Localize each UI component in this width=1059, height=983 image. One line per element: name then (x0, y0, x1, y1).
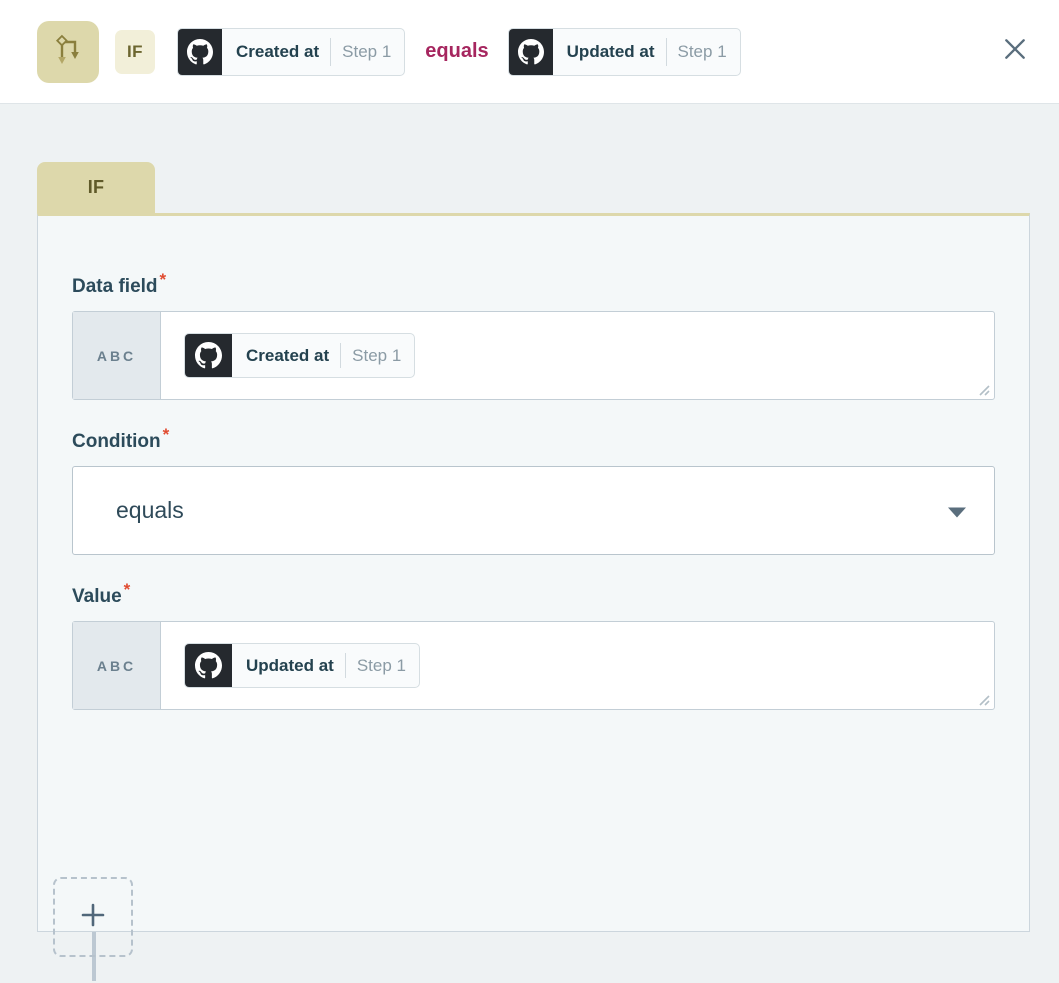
value-field-type-badge: ABC (73, 622, 161, 709)
data-field-block: Data field* ABC Created at St (72, 276, 995, 400)
header-chip-field: Updated at (567, 42, 655, 62)
header-chip-field: Created at (236, 42, 319, 62)
github-icon (178, 29, 222, 75)
chip-divider (345, 653, 346, 678)
required-asterisk: * (124, 580, 131, 599)
value-block: Value* ABC Updated at Step 1 (72, 586, 995, 710)
add-step-button[interactable] (53, 877, 133, 957)
token-chip-text: Created at Step 1 (232, 334, 414, 377)
condition-block: Condition* equals (72, 431, 995, 555)
github-icon (185, 334, 232, 377)
chip-divider (666, 38, 667, 66)
value-field-input[interactable]: ABC Updated at Step 1 (72, 621, 995, 710)
panel-tab-row: IF (37, 162, 155, 213)
header-chip-text: Created at Step 1 (222, 29, 404, 75)
token-field-name: Created at (246, 346, 329, 366)
header-chip-step: Step 1 (678, 42, 727, 62)
plus-icon (79, 901, 107, 934)
if-config-panel: Data field* ABC Created at St (37, 213, 1030, 932)
branch-split-icon (53, 33, 83, 70)
github-icon (185, 644, 232, 687)
editor-canvas: IF Data field* ABC C (0, 104, 1059, 983)
data-field-input[interactable]: ABC Created at Step 1 (72, 311, 995, 400)
required-asterisk: * (163, 425, 170, 444)
data-field-label-text: Data field (72, 276, 158, 297)
value-field-token-area[interactable]: Updated at Step 1 (161, 622, 994, 709)
github-icon (509, 29, 553, 75)
header-value-chip[interactable]: Updated at Step 1 (508, 28, 741, 76)
resize-handle[interactable] (974, 380, 990, 396)
if-badge-text: IF (127, 42, 143, 62)
data-field-token-chip[interactable]: Created at Step 1 (184, 333, 415, 378)
header-data-field-chip[interactable]: Created at Step 1 (177, 28, 405, 76)
chip-divider (330, 38, 331, 66)
resize-handle[interactable] (974, 690, 990, 706)
tab-if[interactable]: IF (37, 162, 155, 213)
value-token-chip[interactable]: Updated at Step 1 (184, 643, 420, 688)
token-step-name: Step 1 (357, 656, 406, 676)
condition-selected-value: equals (116, 497, 184, 524)
token-step-name: Step 1 (352, 346, 401, 366)
token-chip-text: Updated at Step 1 (232, 644, 419, 687)
chip-divider (340, 343, 341, 368)
data-field-type-badge: ABC (73, 312, 161, 399)
tab-if-label: IF (88, 177, 105, 198)
token-field-name: Updated at (246, 656, 334, 676)
required-asterisk: * (160, 270, 167, 289)
data-field-label: Data field* (72, 276, 995, 298)
value-label: Value* (72, 586, 995, 608)
condition-select[interactable]: equals (72, 466, 995, 555)
step-header-bar: IF Created at Step 1 equals Updated at S… (0, 0, 1059, 104)
data-field-token-area[interactable]: Created at Step 1 (161, 312, 994, 399)
value-label-text: Value (72, 586, 122, 607)
header-chip-text: Updated at Step 1 (553, 29, 740, 75)
header-operator-label: equals (425, 40, 488, 63)
header-chip-step: Step 1 (342, 42, 391, 62)
branch-type-badge (37, 21, 99, 83)
condition-label-text: Condition (72, 431, 161, 452)
close-icon (1002, 36, 1028, 67)
condition-label: Condition* (72, 431, 995, 453)
chevron-down-icon (947, 497, 967, 524)
if-label-badge: IF (115, 30, 155, 74)
close-button[interactable] (995, 31, 1035, 71)
